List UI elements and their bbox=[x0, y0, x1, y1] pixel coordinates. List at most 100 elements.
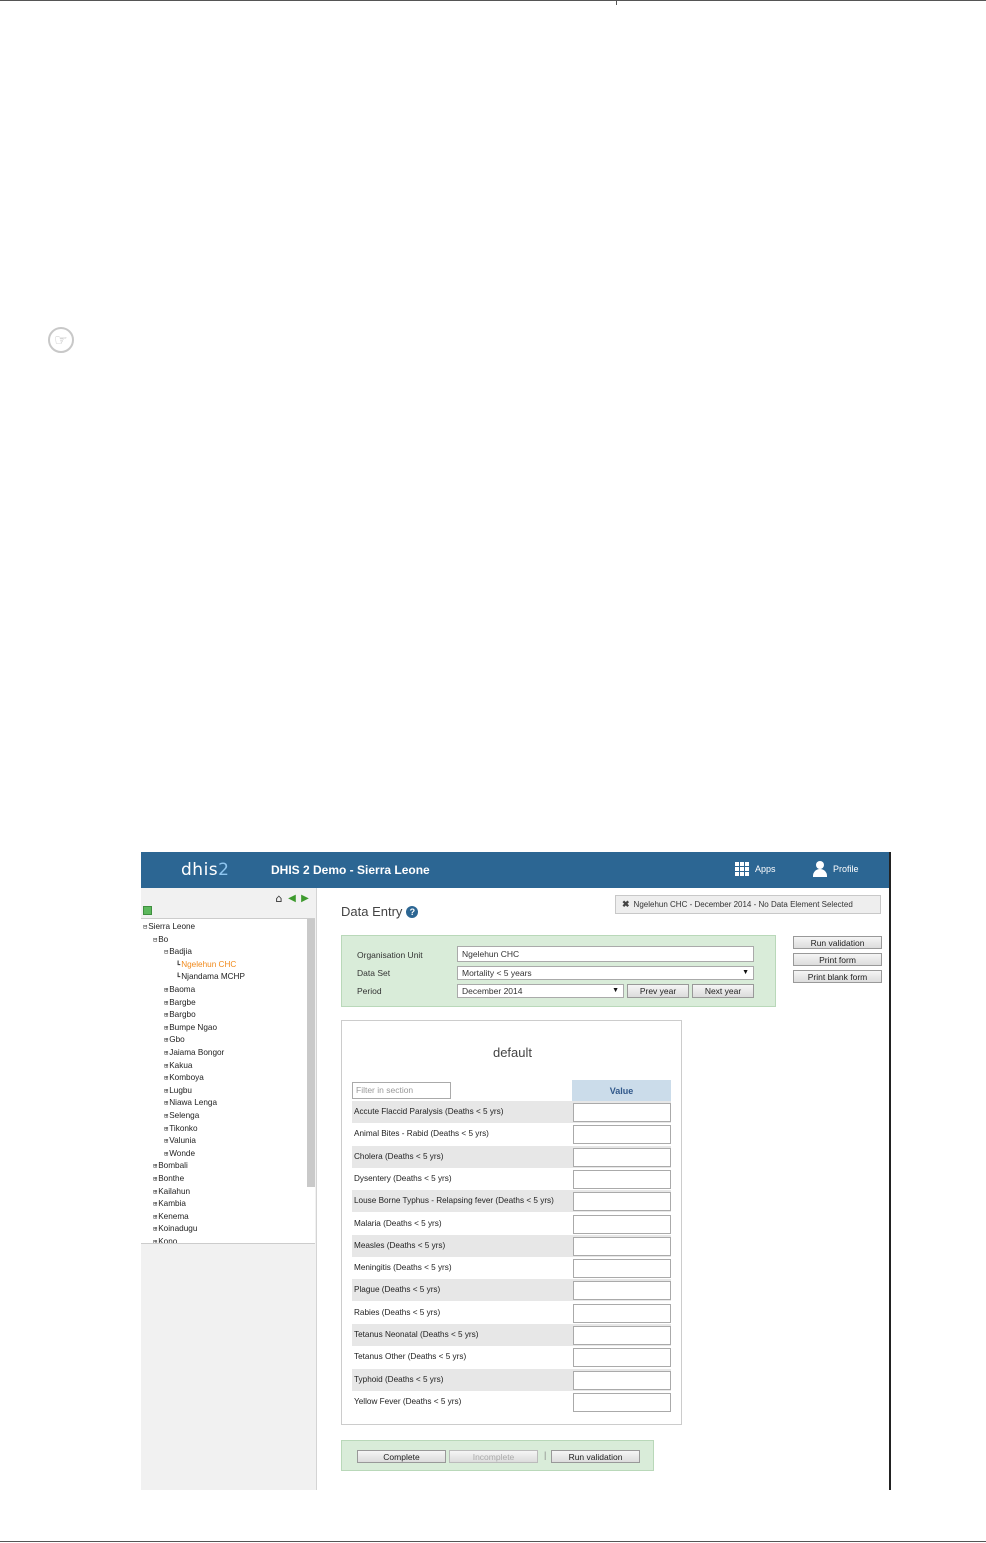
value-input[interactable] bbox=[573, 1147, 671, 1167]
run-validation-button[interactable]: Run validation bbox=[793, 936, 882, 949]
arrow-left-icon[interactable]: ◀ bbox=[286, 892, 298, 904]
complete-button[interactable]: Complete bbox=[357, 1450, 446, 1463]
run-validation-bottom-button[interactable]: Run validation bbox=[551, 1450, 640, 1463]
value-input[interactable] bbox=[573, 1303, 671, 1323]
tree-item[interactable]: ⊞Jaiama Bongor bbox=[164, 1048, 224, 1058]
value-input[interactable] bbox=[573, 1259, 671, 1279]
tree-expand-icon[interactable]: ⊟ bbox=[164, 948, 168, 956]
incomplete-button[interactable]: Incomplete bbox=[449, 1450, 538, 1463]
tree-item[interactable]: ⊟Bo bbox=[153, 935, 168, 945]
value-input[interactable] bbox=[573, 1370, 671, 1390]
tree-expand-icon[interactable]: ┗ bbox=[176, 961, 180, 969]
tree-item[interactable]: ⊞Wonde bbox=[164, 1149, 195, 1159]
dropdown-arrow-icon: ▼ bbox=[612, 987, 619, 994]
period-select[interactable]: December 2014 ▼ bbox=[457, 984, 624, 998]
tree-expand-icon[interactable]: ⊞ bbox=[164, 1087, 168, 1095]
tree-scrollbar[interactable] bbox=[307, 919, 315, 1187]
tree-item[interactable]: ⊞Niawa Lenga bbox=[164, 1098, 217, 1108]
tree-item[interactable]: ⊞Bumpe Ngao bbox=[164, 1023, 217, 1033]
tree-item[interactable]: ⊞Bargbe bbox=[164, 998, 196, 1008]
tree-expand-icon[interactable]: ⊞ bbox=[153, 1162, 157, 1170]
dataset-select[interactable]: Mortality < 5 years ▼ bbox=[457, 966, 754, 980]
value-input[interactable] bbox=[573, 1103, 671, 1122]
tree-expand-icon[interactable]: ⊞ bbox=[164, 1074, 168, 1082]
tree-item[interactable]: ┗Ngelehun CHC bbox=[176, 960, 236, 970]
tree-expand-icon[interactable]: ⊟ bbox=[153, 936, 157, 944]
tree-item[interactable]: ⊞Kenema bbox=[153, 1212, 189, 1222]
tree-expand-icon[interactable]: ⊟ bbox=[143, 923, 147, 931]
value-input[interactable] bbox=[573, 1125, 671, 1145]
value-input[interactable] bbox=[573, 1169, 671, 1189]
tree-item[interactable]: ⊞Koinadugu bbox=[153, 1224, 197, 1234]
tree-expand-icon[interactable]: ⊞ bbox=[164, 1150, 168, 1158]
tree-item[interactable]: ⊟Sierra Leone bbox=[143, 922, 195, 932]
tree-expand-icon[interactable]: ⊞ bbox=[153, 1238, 157, 1243]
tree-item[interactable]: ┗Njandama MCHP bbox=[176, 972, 245, 982]
tree-expand-icon[interactable]: ⊞ bbox=[164, 1137, 168, 1145]
tree-expand-icon[interactable]: ⊞ bbox=[153, 1175, 157, 1183]
tree-expand-icon[interactable]: ⊞ bbox=[164, 1036, 168, 1044]
tree-expand-icon[interactable]: ⊞ bbox=[164, 986, 168, 994]
tree-item[interactable]: ⊞Komboya bbox=[164, 1073, 204, 1083]
data-element-label: Rabies (Deaths < 5 yrs) bbox=[354, 1307, 441, 1317]
tree-item[interactable]: ⊞Baoma bbox=[164, 985, 195, 995]
print-form-button[interactable]: Print form bbox=[793, 953, 882, 966]
help-icon[interactable]: ? bbox=[406, 905, 419, 918]
value-input[interactable] bbox=[573, 1236, 671, 1256]
prev-year-button[interactable]: Prev year bbox=[627, 984, 689, 998]
tree-item[interactable]: ⊞Kono bbox=[153, 1237, 177, 1243]
value-input[interactable] bbox=[573, 1214, 671, 1234]
dhis2-logo[interactable]: dhis2 bbox=[181, 860, 229, 880]
tree-expand-icon[interactable]: ⊞ bbox=[164, 1112, 168, 1120]
period-label: Period bbox=[357, 986, 382, 996]
tree-item[interactable]: ⊞Bonthe bbox=[153, 1174, 184, 1184]
tree-expand-icon[interactable]: ⊞ bbox=[164, 1062, 168, 1070]
value-input[interactable] bbox=[573, 1392, 671, 1412]
tree-item[interactable]: ⊞Gbo bbox=[164, 1035, 185, 1045]
tree-expand-icon[interactable]: ┗ bbox=[176, 973, 180, 981]
value-input[interactable] bbox=[573, 1192, 671, 1212]
print-blank-form-button[interactable]: Print blank form bbox=[793, 970, 882, 983]
home-icon[interactable]: ⌂ bbox=[273, 892, 285, 905]
data-element-label: Yellow Fever (Deaths < 5 yrs) bbox=[354, 1396, 462, 1406]
tree-expand-icon[interactable]: ⊞ bbox=[164, 1011, 168, 1019]
page-top-rule-tick bbox=[616, 0, 617, 5]
value-input[interactable] bbox=[573, 1281, 671, 1301]
tree-item-label: Kailahun bbox=[158, 1186, 191, 1196]
tree-item[interactable]: ⊞Selenga bbox=[164, 1111, 199, 1121]
filter-section-input[interactable]: Filter in section bbox=[352, 1082, 451, 1099]
tree-expand-icon[interactable]: ⊞ bbox=[164, 1049, 168, 1057]
tree-expand-icon[interactable]: ⊞ bbox=[164, 1099, 168, 1107]
tree-item[interactable]: ⊞Bargbo bbox=[164, 1010, 196, 1020]
search-tree-icon[interactable] bbox=[143, 906, 152, 915]
profile-menu-button[interactable]: Profile bbox=[813, 861, 859, 877]
value-input[interactable] bbox=[573, 1326, 671, 1345]
tree-item[interactable]: ⊟Badjia bbox=[164, 947, 192, 957]
tree-item[interactable]: ⊞Kambia bbox=[153, 1199, 186, 1209]
tree-expand-icon[interactable]: ⊞ bbox=[164, 1024, 168, 1032]
table-row: Measles (Deaths < 5 yrs) bbox=[352, 1234, 671, 1257]
tree-expand-icon[interactable]: ⊞ bbox=[153, 1200, 157, 1208]
close-icon[interactable]: ✖ bbox=[622, 899, 630, 910]
table-row: Rabies (Deaths < 5 yrs) bbox=[352, 1302, 671, 1324]
tree-expand-icon[interactable]: ⊞ bbox=[153, 1188, 157, 1196]
tree-item[interactable]: ⊞Lugbu bbox=[164, 1086, 192, 1096]
tree-item-label: Bonthe bbox=[158, 1174, 185, 1183]
org-unit-field[interactable]: Ngelehun CHC bbox=[457, 946, 754, 962]
tree-item[interactable]: ⊞Kakua bbox=[164, 1061, 192, 1071]
tree-item[interactable]: ⊞Kailahun bbox=[153, 1187, 190, 1197]
arrow-right-icon[interactable]: ▶ bbox=[299, 892, 311, 904]
tree-item-label: Badjia bbox=[169, 947, 192, 957]
tree-item[interactable]: ⊞Tikonko bbox=[164, 1124, 198, 1134]
next-year-button[interactable]: Next year bbox=[692, 984, 754, 998]
tree-item-label: Lugbu bbox=[169, 1085, 192, 1095]
tree-expand-icon[interactable]: ⊞ bbox=[153, 1225, 157, 1233]
apps-grid-icon bbox=[735, 862, 749, 876]
tree-expand-icon[interactable]: ⊞ bbox=[153, 1213, 157, 1221]
tree-expand-icon[interactable]: ⊞ bbox=[164, 1125, 168, 1133]
tree-item[interactable]: ⊞Bombali bbox=[153, 1161, 188, 1171]
tree-item[interactable]: ⊞Valunia bbox=[164, 1136, 196, 1146]
tree-expand-icon[interactable]: ⊞ bbox=[164, 999, 168, 1007]
value-input[interactable] bbox=[573, 1348, 671, 1368]
apps-menu-button[interactable]: Apps bbox=[735, 862, 776, 876]
